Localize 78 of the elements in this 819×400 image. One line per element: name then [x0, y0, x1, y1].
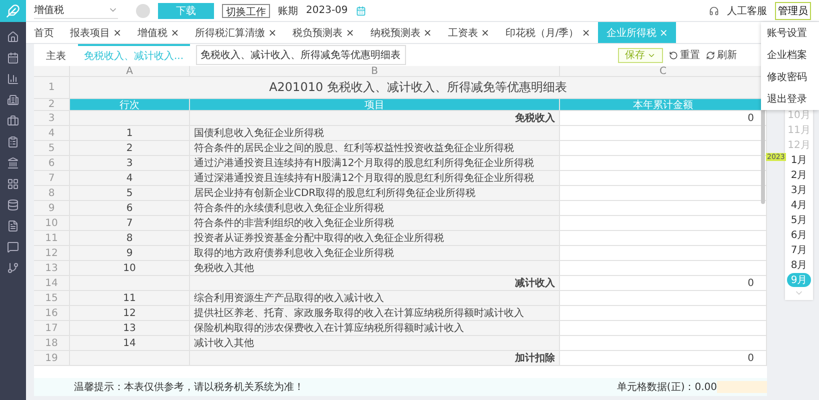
table-cell: 免税收入其他 [190, 261, 560, 276]
table-cell: 加计扣除 [190, 351, 560, 366]
row-number: 9 [34, 201, 70, 216]
period-label: 账期 [278, 4, 298, 18]
row-number: 15 [34, 291, 70, 306]
menu-item[interactable]: 账号设置 [761, 22, 819, 44]
column-header: A [70, 66, 190, 77]
menu-item[interactable]: 企业档案 [761, 44, 819, 66]
notice-text: 温馨提示：本表仅供参考，请以税务机关系统为准！ [74, 380, 304, 394]
row-number: 3 [34, 111, 70, 126]
header-cell: 项目 [190, 99, 560, 111]
table-cell: 6 [70, 201, 190, 216]
row-number: 17 [34, 321, 70, 336]
row-number: 2 [34, 99, 70, 111]
table-cell: 减计收入其他 [190, 336, 560, 351]
row-number: 5 [34, 141, 70, 156]
table-cell: 9 [70, 246, 190, 261]
table-cell: 取得的地方政府债券利息收入免征企业所得税 [190, 246, 560, 261]
month-item[interactable]: 4月 [787, 198, 811, 212]
row-number: 13 [34, 261, 70, 276]
table-cell: 4 [70, 171, 190, 186]
month-item[interactable]: 7月 [787, 243, 811, 257]
row-number: 14 [34, 276, 70, 291]
row-number: 7 [34, 171, 70, 186]
table-cell: 综合利用资源生产产品取得的收入减计收入 [190, 291, 560, 306]
period-value: 2023-09 [306, 5, 348, 16]
table-cell: 11 [70, 291, 190, 306]
row-number: 6 [34, 156, 70, 171]
row-number: 4 [34, 126, 70, 141]
support-link[interactable]: 人工客服 [727, 4, 767, 18]
table-cell: 14 [70, 336, 190, 351]
table-cell: 7 [70, 216, 190, 231]
table-cell: 提供社区养老、托育、家政服务取得的收入在计算应纳税所得额时减计收入 [190, 306, 560, 321]
row-number: 10 [34, 216, 70, 231]
table-cell: 1 [70, 126, 190, 141]
table-cell: 保险机构取得的涉农保费收入在计算应纳税所得额时减计收入 [190, 321, 560, 336]
table-cell: 5 [70, 186, 190, 201]
row-number: 16 [34, 306, 70, 321]
table-cell[interactable]: 0 [560, 111, 767, 126]
month-item[interactable]: 6月 [787, 228, 811, 242]
tooltip: 免税收入、减计收入、所得减免等优惠明细表 [196, 45, 406, 65]
table-cell: 国债利息收入免征企业所得税 [190, 126, 560, 141]
row-number: 8 [34, 186, 70, 201]
table-cell: 通过沪港通投资且连续持有H股满12个月取得的股息红利所得免征企业所得税 [190, 156, 560, 171]
row-number: 19 [34, 351, 70, 366]
table-cell: 10 [70, 261, 190, 276]
table-cell[interactable]: 0 [560, 276, 767, 291]
company-select[interactable]: 增值税 [34, 2, 118, 18]
table-cell: 13 [70, 321, 190, 336]
table-cell: 投资者从证券投资基金分配中取得的收入免征企业所得税 [190, 231, 560, 246]
table-cell: 居民企业持有创新企业CDR取得的股息红利所得免征企业所得税 [190, 186, 560, 201]
reset-button[interactable]: 重置 [669, 48, 700, 62]
table-cell: 免税收入 [190, 111, 560, 126]
row-number: 18 [34, 336, 70, 351]
table-cell: 减计收入 [190, 276, 560, 291]
table-cell: 符合条件的非营利组织的收入免征企业所得税 [190, 216, 560, 231]
cell-value-label: 单元格数据(正)：0.00 [616, 380, 717, 394]
table-cell: 8 [70, 231, 190, 246]
switch-button[interactable]: 切换工作 [222, 4, 270, 18]
month-item[interactable]: 8月 [787, 258, 811, 272]
user-button[interactable]: 管理员 [775, 2, 811, 20]
row-number: 11 [34, 231, 70, 246]
header-cell: 行次 [70, 99, 190, 111]
month-item[interactable]: 2月 [787, 168, 811, 182]
table-cell: 符合条件的永续债利息收入免征企业所得税 [190, 201, 560, 216]
row-number: 1 [34, 77, 70, 99]
refresh-button[interactable]: 刷新 [706, 48, 737, 62]
header-cell: 本年累计金额 [560, 99, 767, 111]
row-number: 12 [34, 246, 70, 261]
table-cell: 12 [70, 306, 190, 321]
table-cell: 符合条件的居民企业之间的股息、红利等权益性投资收益免征企业所得税 [190, 141, 560, 156]
table-cell: 通过深港通投资且连续持有H股满12个月取得的股息红利所得免征企业所得税 [190, 171, 560, 186]
column-header: B [190, 66, 560, 77]
table-cell: 3 [70, 156, 190, 171]
table-cell: 2 [70, 141, 190, 156]
month-item[interactable]: 3月 [787, 183, 811, 197]
month-item[interactable]: 5月 [787, 213, 811, 227]
table-cell[interactable]: 0 [560, 351, 767, 366]
